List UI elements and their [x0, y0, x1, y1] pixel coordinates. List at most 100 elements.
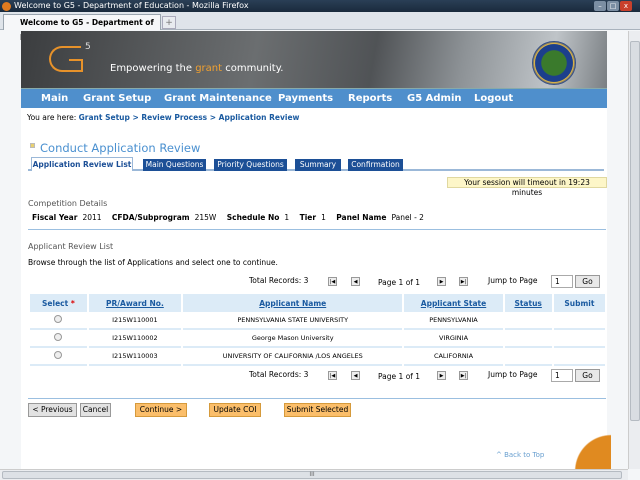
table-row: I215W110003 UNIVERSITY OF CALIFORNIA /LO…	[30, 348, 605, 366]
department-seal-logo	[532, 41, 576, 85]
panel-label: Panel Name	[336, 213, 387, 222]
main-nav: Main Grant Setup Grant Maintenance Payme…	[21, 88, 607, 108]
horizontal-scrollbar[interactable]: III	[0, 469, 628, 480]
jump-to-page-label: Jump to Page	[488, 276, 538, 285]
submit	[553, 348, 605, 366]
tab-summary[interactable]: Summary	[295, 159, 341, 171]
select-cell	[30, 330, 87, 348]
breadcrumb-grant-setup[interactable]: Grant Setup	[79, 113, 130, 122]
nav-grant-setup[interactable]: Grant Setup	[83, 89, 151, 109]
tab-application-review-list[interactable]: Application Review List	[31, 157, 133, 171]
col-award[interactable]: PR/Award No.	[88, 294, 182, 312]
panel-value: Panel - 2	[391, 213, 424, 222]
award-number: I215W110001	[88, 312, 182, 330]
tier-value: 1	[321, 213, 326, 222]
submit-selected-button[interactable]: Submit Selected	[284, 403, 351, 417]
pager-top: Total Records: 3 |◀ ◀ Page 1 of 1 ▶ ▶| J…	[21, 275, 607, 289]
maximize-button[interactable]: □	[607, 1, 619, 11]
prev-page-icon[interactable]: ◀	[351, 371, 360, 380]
applicant-state: PENNSYLVANIA	[404, 312, 503, 330]
firefox-icon	[2, 2, 11, 11]
previous-button[interactable]: < Previous	[28, 403, 77, 417]
col-applicant-name[interactable]: Applicant Name	[183, 294, 403, 312]
tagline-text-end: community.	[222, 63, 284, 74]
update-coi-button[interactable]: Update COI	[209, 403, 261, 417]
status	[504, 330, 552, 348]
first-page-icon[interactable]: |◀	[328, 277, 337, 286]
competition-details-heading: Competition Details	[28, 199, 108, 208]
applicant-name: George Mason University	[183, 330, 403, 348]
new-tab-button[interactable]: +	[162, 16, 176, 29]
tagline: Empowering the grant community.	[110, 63, 283, 74]
tier-label: Tier	[299, 213, 317, 222]
vertical-scrollbar[interactable]	[628, 31, 640, 469]
go-button[interactable]: Go	[575, 275, 600, 288]
col-status[interactable]: Status	[504, 294, 552, 312]
page: 5 Empowering the grant community. Main G…	[21, 31, 611, 471]
cfda-value: 215W	[194, 213, 217, 222]
col-applicant-state[interactable]: Applicant State	[404, 294, 503, 312]
footer-decoration	[561, 431, 611, 471]
total-records: Total Records: 3	[249, 370, 309, 379]
next-page-icon[interactable]: ▶	[437, 371, 446, 380]
nav-payments[interactable]: Payments	[278, 89, 333, 109]
select-radio[interactable]	[54, 351, 63, 359]
minimize-button[interactable]: –	[594, 1, 606, 11]
back-to-top-link[interactable]: ^ Back to Top	[496, 451, 544, 459]
last-page-icon[interactable]: ▶|	[459, 277, 468, 286]
session-timeout-notice: Your session will timeout in 19:23 minut…	[447, 177, 607, 197]
breadcrumb: You are here: Grant Setup > Review Proce…	[27, 113, 299, 122]
applicant-state: CALIFORNIA	[404, 348, 503, 366]
applicant-name: PENNSYLVANIA STATE UNIVERSITY	[183, 312, 403, 330]
browser-tab[interactable]: Welcome to G5 - Department of Edu...	[3, 14, 161, 42]
header-label: Select	[42, 298, 69, 308]
prev-page-icon[interactable]: ◀	[351, 277, 360, 286]
competition-details: Fiscal Year 2011 CFDA/Subprogram 215W Sche…	[32, 213, 432, 222]
first-page-icon[interactable]: |◀	[328, 371, 337, 380]
award-number: I215W110002	[88, 330, 182, 348]
applicant-state: VIRGINIA	[404, 330, 503, 348]
jump-page-input[interactable]: 1	[551, 275, 573, 288]
scrollbar-thumb[interactable]	[630, 41, 640, 421]
breadcrumb-review-process[interactable]: Review Process	[141, 113, 207, 122]
header-banner: 5 Empowering the grant community.	[21, 31, 607, 88]
required-marker: *	[70, 298, 75, 308]
continue-button[interactable]: Continue >	[135, 403, 187, 417]
tagline-accent: grant	[195, 63, 223, 74]
page-indicator: Page 1 of 1	[378, 372, 421, 381]
fiscal-year-label: Fiscal Year	[32, 213, 78, 222]
nav-main[interactable]: Main	[41, 89, 68, 109]
divider	[28, 398, 606, 399]
table-row: I215W110002 George Mason University VIRG…	[30, 330, 605, 348]
applicant-review-list-heading: Applicant Review List	[28, 242, 114, 251]
select-radio[interactable]	[54, 315, 63, 323]
tab-confirmation[interactable]: Confirmation	[348, 159, 403, 171]
last-page-icon[interactable]: ▶|	[459, 371, 468, 380]
scrollbar-thumb[interactable]: III	[2, 471, 622, 479]
award-number: I215W110003	[88, 348, 182, 366]
submit	[553, 330, 605, 348]
cancel-button[interactable]: Cancel	[80, 403, 111, 417]
total-records: Total Records: 3	[249, 276, 309, 285]
next-page-icon[interactable]: ▶	[437, 277, 446, 286]
nav-g5-admin[interactable]: G5 Admin	[407, 89, 462, 109]
schedule-label: Schedule No	[226, 213, 280, 222]
breadcrumb-prefix: You are here:	[27, 113, 79, 122]
pager-bottom: Total Records: 3 |◀ ◀ Page 1 of 1 ▶ ▶| J…	[21, 369, 607, 383]
nav-logout[interactable]: Logout	[474, 89, 513, 109]
breadcrumb-application-review[interactable]: Application Review	[219, 113, 300, 122]
nav-grant-maintenance[interactable]: Grant Maintenance	[164, 89, 272, 109]
tab-main-questions[interactable]: Main Questions	[143, 159, 206, 171]
nav-reports[interactable]: Reports	[348, 89, 392, 109]
go-button[interactable]: Go	[575, 369, 600, 382]
close-button[interactable]: x	[620, 1, 632, 11]
jump-to-page-label: Jump to Page	[488, 370, 538, 379]
tab-priority-questions[interactable]: Priority Questions	[214, 159, 287, 171]
select-radio[interactable]	[54, 333, 63, 341]
table-row: I215W110001 PENNSYLVANIA STATE UNIVERSIT…	[30, 312, 605, 330]
select-cell	[30, 348, 87, 366]
schedule-value: 1	[284, 213, 290, 222]
g5-logo-part	[69, 59, 83, 72]
jump-page-input[interactable]: 1	[551, 369, 573, 382]
window-title: Welcome to G5 - Department of Education …	[14, 1, 249, 10]
